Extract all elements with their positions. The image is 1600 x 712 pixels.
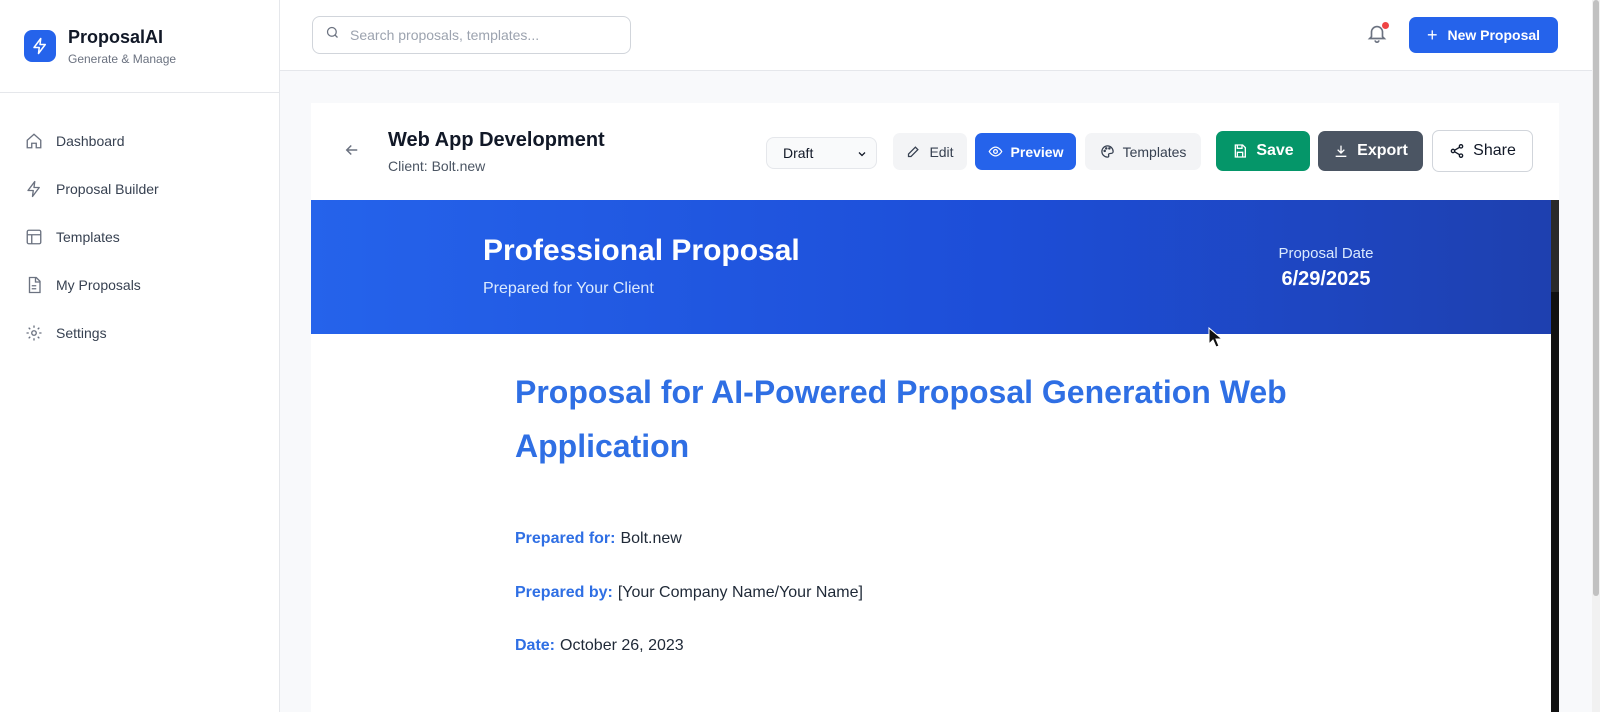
meta-prepared-for: Prepared for: Bolt.new [515, 530, 682, 548]
banner-title: Professional Proposal [483, 234, 800, 267]
preview-button[interactable]: Preview [975, 133, 1076, 170]
page-scrollbar-thumb[interactable] [1593, 0, 1599, 596]
new-proposal-label: New Proposal [1447, 27, 1541, 43]
brand[interactable]: ProposalAI Generate & Manage [0, 0, 279, 93]
proposal-editor: Web App Development Client: Bolt.new Dra… [311, 103, 1559, 712]
sidebar-item-dashboard[interactable]: Dashboard [0, 117, 279, 165]
status-select[interactable]: Draft [766, 137, 877, 169]
sidebar: ProposalAI Generate & Manage Dashboard P… [0, 0, 280, 712]
templates-label: Templates [1122, 143, 1187, 160]
sidebar-item-label: Proposal Builder [56, 181, 159, 197]
share-button[interactable]: Share [1432, 130, 1533, 172]
proposal-banner: Professional Proposal Prepared for Your … [311, 200, 1551, 334]
sidebar-item-label: Dashboard [56, 133, 125, 149]
sidebar-item-templates[interactable]: Templates [0, 213, 279, 261]
meta-prepared-by: Prepared by: [Your Company Name/Your Name… [515, 584, 863, 602]
bell-icon [1366, 25, 1388, 48]
meta-label: Prepared by: [515, 584, 613, 601]
home-icon [24, 131, 44, 151]
save-button[interactable]: Save [1216, 131, 1310, 171]
brand-tagline: Generate & Manage [68, 51, 177, 66]
save-icon [1234, 144, 1247, 158]
meta-value: [Your Company Name/Your Name] [617, 584, 863, 601]
brand-name: ProposalAI [68, 26, 164, 47]
meta-date: Date: October 26, 2023 [515, 637, 684, 655]
sidebar-item-my-proposals[interactable]: My Proposals [0, 261, 279, 309]
proposal-title: Web App Development [388, 129, 605, 151]
palette-icon [1100, 145, 1114, 158]
top-bar: + New Proposal [280, 0, 1600, 71]
new-proposal-button[interactable]: + New Proposal [1409, 17, 1558, 53]
export-label: Export [1357, 142, 1408, 159]
sidebar-item-label: Settings [56, 325, 107, 341]
editor-toolbar: Web App Development Client: Bolt.new Dra… [311, 103, 1559, 200]
preview-label: Preview [1010, 143, 1064, 160]
notification-bell[interactable] [1366, 22, 1390, 46]
pencil-icon [908, 146, 920, 158]
document-icon [24, 275, 44, 295]
search-icon [325, 25, 340, 45]
banner-subtitle: Prepared for Your Client [483, 280, 654, 297]
sidebar-item-label: Templates [56, 229, 120, 245]
sidebar-item-proposal-builder[interactable]: Proposal Builder [0, 165, 279, 213]
share-icon [1450, 144, 1464, 158]
download-icon [1335, 145, 1347, 157]
plus-icon: + [1426, 24, 1438, 45]
sidebar-nav: Dashboard Proposal Builder Templates My … [0, 93, 279, 357]
notification-dot [1382, 22, 1389, 29]
mouse-cursor-icon [1208, 327, 1224, 348]
sidebar-item-settings[interactable]: Settings [0, 309, 279, 357]
proposal-client: Client: Bolt.new [388, 158, 486, 174]
proposal-date-value: 6/29/2025 [1281, 268, 1371, 290]
chevron-down-icon [856, 147, 868, 163]
share-label: Share [1473, 142, 1516, 159]
meta-label: Prepared for: [515, 530, 616, 547]
meta-label: Date: [515, 637, 556, 654]
back-arrow-icon[interactable] [343, 141, 363, 161]
bolt-icon [24, 30, 56, 62]
proposal-heading: Proposal for AI-Powered Proposal Generat… [515, 374, 1287, 464]
edit-label: Edit [929, 143, 954, 160]
meta-value: October 26, 2023 [560, 637, 684, 654]
search-input[interactable] [350, 27, 620, 43]
status-value: Draft [783, 145, 814, 161]
gear-icon [24, 323, 44, 343]
edit-button[interactable]: Edit [893, 133, 967, 170]
bolt-icon [24, 179, 44, 199]
export-button[interactable]: Export [1318, 131, 1423, 171]
sidebar-item-label: My Proposals [56, 277, 141, 293]
proposal-date-label: Proposal Date [1278, 245, 1374, 262]
search-box[interactable] [312, 16, 631, 54]
templates-button[interactable]: Templates [1085, 133, 1201, 170]
preview-scrollbar-thumb[interactable] [1551, 200, 1559, 292]
save-label: Save [1256, 142, 1294, 159]
proposal-preview: Professional Proposal Prepared for Your … [311, 200, 1551, 712]
eye-icon [988, 146, 1003, 157]
meta-value: Bolt.new [620, 530, 682, 547]
layout-icon [24, 227, 44, 247]
